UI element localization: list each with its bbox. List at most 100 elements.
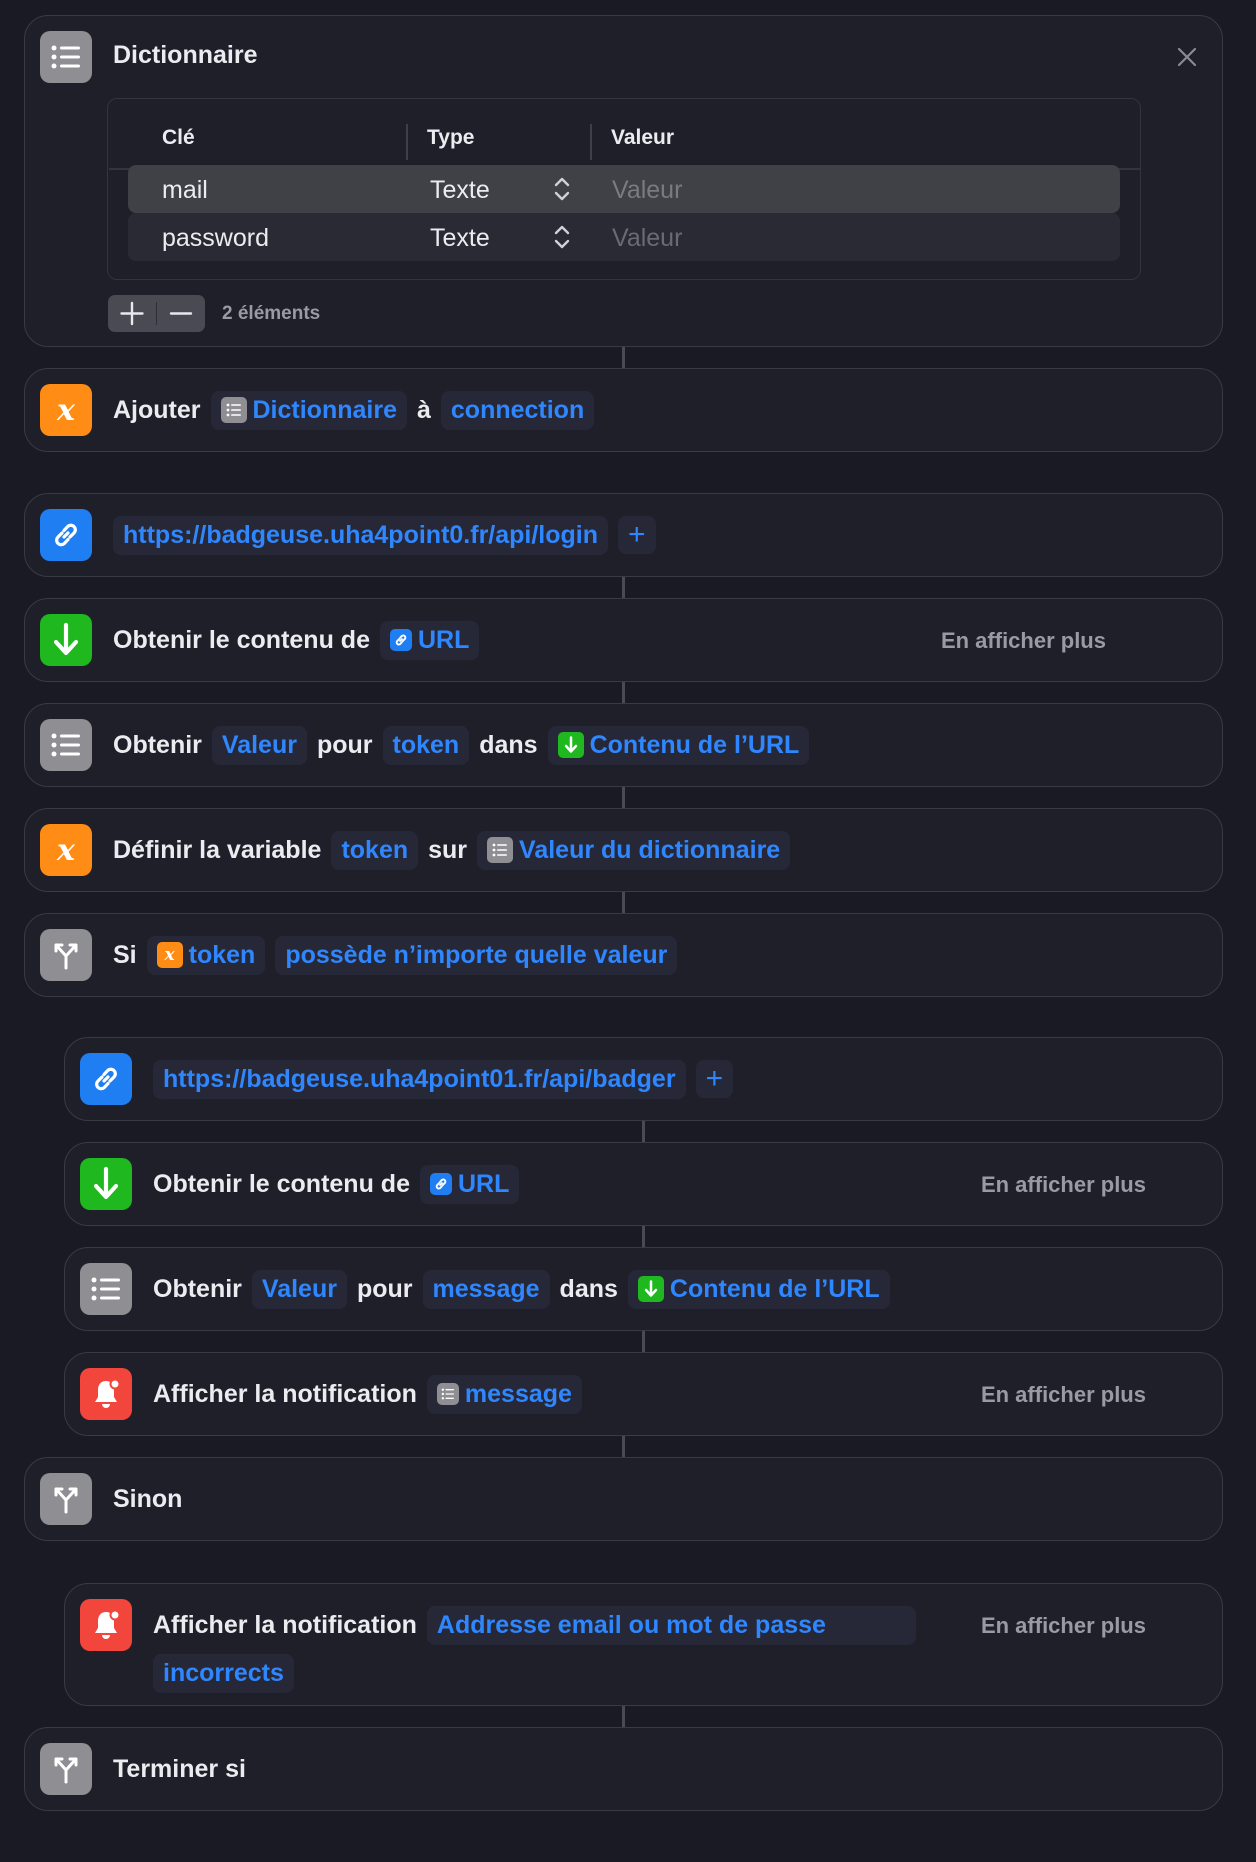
condition-variable-token[interactable]: x token [146, 935, 266, 975]
get-contents-card[interactable]: Obtenir le contenu de URL En afficher pl… [24, 598, 1223, 682]
row-value-placeholder[interactable]: Valeur [612, 176, 682, 205]
show-more-button[interactable]: En afficher plus [981, 1172, 1146, 1198]
show-notification-card[interactable]: Afficher la notification message En affi… [64, 1352, 1223, 1436]
dictionary-title: Dictionnaire [113, 41, 258, 69]
action-label: Obtenir le contenu de [113, 625, 370, 654]
action-verb: Obtenir [153, 1274, 242, 1303]
show-notification-card[interactable]: Afficher la notification Addresse email … [64, 1583, 1223, 1706]
flow-connector [622, 891, 625, 913]
notification-text-token[interactable]: Addresse email ou mot de passe [426, 1605, 916, 1645]
branch-icon [40, 929, 92, 981]
key-token[interactable]: token [382, 725, 470, 765]
flow-connector [622, 1435, 625, 1457]
add-url-button[interactable]: + [695, 1060, 734, 1098]
link-icon [80, 1053, 132, 1105]
link-icon [389, 629, 412, 651]
add-remove-segment [108, 295, 205, 332]
add-to-variable-card[interactable]: x Ajouter Dictionnaire à connection [24, 368, 1223, 452]
table-row[interactable]: mail Texte Valeur [128, 165, 1120, 213]
download-arrow-icon [40, 614, 92, 666]
get-dictionary-value-card[interactable]: Obtenir Valeur pour token dans Contenu d… [24, 703, 1223, 787]
list-icon [436, 1383, 459, 1405]
get-dictionary-value-card[interactable]: Obtenir Valeur pour message dans Contenu… [64, 1247, 1223, 1331]
download-arrow-icon [637, 1276, 664, 1302]
connector-word: dans [559, 1274, 618, 1303]
source-token[interactable]: Valeur du dictionnaire [477, 830, 791, 870]
action-verb: Obtenir [113, 730, 202, 759]
bell-icon [80, 1368, 132, 1420]
if-card[interactable]: Si x token possède n’importe quelle vale… [24, 913, 1223, 997]
target-variable-token[interactable]: connection [440, 390, 595, 430]
table-row[interactable]: password Texte Valeur [128, 213, 1120, 261]
stepper-icon[interactable] [552, 175, 572, 203]
flow-connector [622, 1705, 625, 1727]
source-token[interactable]: Contenu de l’URL [547, 725, 810, 765]
key-token[interactable]: message [422, 1269, 550, 1309]
action-label: Obtenir le contenu de [153, 1169, 410, 1198]
else-card[interactable]: Sinon [24, 1457, 1223, 1541]
action-verb: Ajouter [113, 395, 201, 424]
link-icon [429, 1173, 452, 1195]
add-row-button[interactable] [108, 295, 156, 332]
row-key[interactable]: password [162, 224, 269, 253]
row-value-placeholder[interactable]: Valeur [612, 224, 682, 253]
download-arrow-icon [557, 732, 584, 758]
condition-token[interactable]: possède n’importe quelle valeur [275, 935, 678, 975]
remove-row-button[interactable] [157, 295, 205, 332]
row-type[interactable]: Texte [430, 176, 490, 205]
end-if-card[interactable]: Terminer si [24, 1727, 1223, 1811]
connector-word: pour [316, 730, 373, 759]
flow-connector [622, 346, 625, 368]
column-divider [406, 124, 408, 160]
url-action-card[interactable]: https://badgeuse.uha4point01.fr/api/badg… [64, 1037, 1223, 1121]
flow-connector [622, 786, 625, 808]
token-label: Contenu de l’URL [589, 730, 800, 759]
add-url-button[interactable]: + [618, 516, 656, 554]
token-label: token [188, 940, 256, 969]
variable-icon: x [156, 942, 183, 968]
token-label: URL [417, 625, 470, 654]
source-token[interactable]: Contenu de l’URL [627, 1269, 890, 1309]
column-header-value: Valeur [611, 126, 675, 149]
link-icon [40, 509, 92, 561]
action-label: Afficher la notification [153, 1610, 417, 1639]
url-token[interactable]: https://badgeuse.uha4point01.fr/api/badg… [153, 1059, 686, 1099]
column-header-key: Clé [162, 126, 195, 149]
value-mode-token[interactable]: Valeur [251, 1269, 347, 1309]
list-icon [220, 397, 247, 423]
flow-connector [622, 681, 625, 703]
flow-connector [642, 1330, 645, 1352]
message-variable-token[interactable]: message [426, 1374, 582, 1414]
value-mode-token[interactable]: Valeur [211, 725, 307, 765]
show-more-button[interactable]: En afficher plus [981, 1382, 1146, 1408]
variable-token[interactable]: Dictionnaire [210, 390, 407, 430]
list-icon [40, 719, 92, 771]
url-token[interactable]: https://badgeuse.uha4point0.fr/api/login [113, 515, 609, 555]
variable-name-token[interactable]: token [331, 830, 419, 870]
get-contents-card[interactable]: Obtenir le contenu de URL En afficher pl… [64, 1142, 1223, 1226]
connector-word: sur [428, 835, 468, 864]
download-arrow-icon [80, 1158, 132, 1210]
action-label: Afficher la notification [153, 1379, 417, 1408]
dictionary-action-card[interactable]: Dictionnaire Clé Type Valeur mail Texte … [24, 15, 1223, 347]
token-label: Valeur du dictionnaire [519, 835, 781, 864]
bell-icon [80, 1599, 132, 1651]
url-variable-token[interactable]: URL [379, 620, 480, 660]
variable-icon: x [40, 824, 92, 876]
notification-text-token-continued[interactable]: incorrects [153, 1653, 294, 1693]
action-label: Définir la variable [113, 835, 322, 864]
list-icon [40, 31, 92, 83]
row-type[interactable]: Texte [430, 224, 490, 253]
stepper-icon[interactable] [552, 223, 572, 251]
flow-connector [642, 1120, 645, 1142]
show-more-button[interactable]: En afficher plus [981, 1613, 1146, 1639]
url-variable-token[interactable]: URL [419, 1164, 520, 1204]
if-label: Si [113, 940, 137, 969]
url-action-card[interactable]: https://badgeuse.uha4point0.fr/api/login… [24, 493, 1223, 577]
close-icon[interactable] [1176, 46, 1198, 68]
row-key[interactable]: mail [162, 176, 208, 205]
set-variable-card[interactable]: x Définir la variable token sur Valeur d… [24, 808, 1223, 892]
end-if-label: Terminer si [113, 1754, 246, 1783]
variable-icon: x [40, 384, 92, 436]
show-more-button[interactable]: En afficher plus [941, 628, 1106, 654]
